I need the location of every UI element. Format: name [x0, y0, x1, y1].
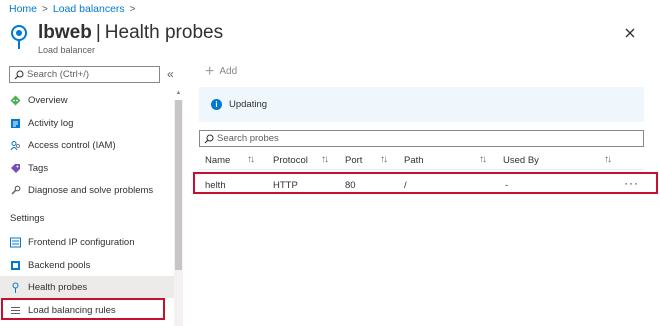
sort-icon[interactable]: ↑↓: [380, 154, 388, 165]
annotation-highlight-box: [1, 298, 165, 320]
title-separator: |: [95, 22, 101, 43]
page-title: lbweb | Health probes: [38, 22, 223, 44]
resource-name: lbweb: [38, 22, 92, 43]
menu-search-placeholder: Search (Ctrl+/): [27, 69, 90, 80]
page-header: lbweb | Health probes Load balancer: [9, 22, 223, 55]
resource-type: Load balancer: [38, 45, 96, 55]
backend-pools-icon: [10, 260, 21, 271]
overview-icon: [10, 95, 21, 106]
add-button[interactable]: + Add: [205, 62, 238, 80]
info-icon: i: [211, 99, 222, 110]
search-icon: [14, 70, 24, 79]
collapse-menu-icon[interactable]: «: [167, 67, 174, 81]
plus-icon: +: [205, 62, 215, 80]
column-header-name[interactable]: Name: [205, 155, 230, 166]
settings-section-header: Settings: [10, 213, 45, 224]
blade-name: Health probes: [104, 22, 224, 43]
iam-icon: [10, 140, 21, 151]
breadcrumb-load-balancers-link[interactable]: Load balancers: [53, 3, 125, 15]
menu-item-access-control[interactable]: Access control (IAM): [0, 134, 174, 156]
menu-item-label: Tags: [28, 162, 49, 174]
breadcrumb-separator: >: [42, 3, 48, 15]
column-header-used-by[interactable]: Used By: [503, 155, 539, 166]
column-header-port[interactable]: Port: [345, 155, 362, 166]
menu-search-input[interactable]: Search (Ctrl+/): [9, 66, 160, 83]
column-header-protocol[interactable]: Protocol: [273, 155, 308, 166]
frontend-ip-icon: [10, 237, 21, 248]
breadcrumb-home-link[interactable]: Home: [9, 3, 37, 15]
menu-item-label: Frontend IP configuration: [28, 236, 135, 248]
menu-item-health-probes[interactable]: Health probes: [0, 276, 174, 298]
sort-icon[interactable]: ↑↓: [321, 154, 329, 165]
breadcrumb: Home > Load balancers >: [9, 3, 136, 15]
menu-item-label: Overview: [28, 94, 68, 106]
menu-item-frontend-ip[interactable]: Frontend IP configuration: [0, 231, 174, 253]
sort-icon[interactable]: ↑↓: [247, 154, 255, 165]
header-divider: [199, 169, 644, 170]
load-balancer-icon: [11, 25, 27, 49]
menu-item-label: Backend pools: [28, 259, 91, 271]
menu-item-overview[interactable]: Overview: [0, 89, 174, 111]
annotation-highlight-box: [193, 172, 658, 194]
menu-item-label: Diagnose and solve problems: [28, 184, 154, 196]
close-icon[interactable]: [623, 26, 637, 40]
search-icon: [204, 134, 214, 143]
menu-item-label: Health probes: [28, 281, 88, 293]
menu-item-backend-pools[interactable]: Backend pools: [0, 254, 174, 276]
probes-search-placeholder: Search probes: [217, 133, 279, 144]
scrollbar-thumb[interactable]: [175, 100, 182, 270]
menu-item-label: Access control (IAM): [28, 139, 116, 151]
status-text: Updating: [229, 99, 268, 110]
probes-search-input[interactable]: Search probes: [199, 130, 644, 147]
menu-item-tags[interactable]: Tags: [0, 157, 174, 179]
resource-menu: Search (Ctrl+/) « ▲ Overview Activity lo…: [0, 60, 184, 326]
add-button-label: Add: [219, 66, 238, 77]
sort-icon[interactable]: ↑↓: [479, 154, 487, 165]
menu-item-diagnose[interactable]: Diagnose and solve problems: [0, 179, 174, 201]
activity-log-icon: [10, 118, 21, 129]
breadcrumb-separator: >: [129, 3, 136, 15]
wrench-icon: [10, 185, 21, 196]
scroll-up-arrow[interactable]: ▲: [174, 88, 183, 98]
menu-item-activity-log[interactable]: Activity log: [0, 112, 174, 134]
sort-icon[interactable]: ↑↓: [604, 154, 612, 165]
menu-item-label: Activity log: [28, 117, 74, 129]
health-probe-icon: [10, 282, 21, 293]
tag-icon: [10, 163, 21, 174]
column-header-path[interactable]: Path: [404, 155, 424, 166]
status-banner: i Updating: [199, 87, 644, 122]
